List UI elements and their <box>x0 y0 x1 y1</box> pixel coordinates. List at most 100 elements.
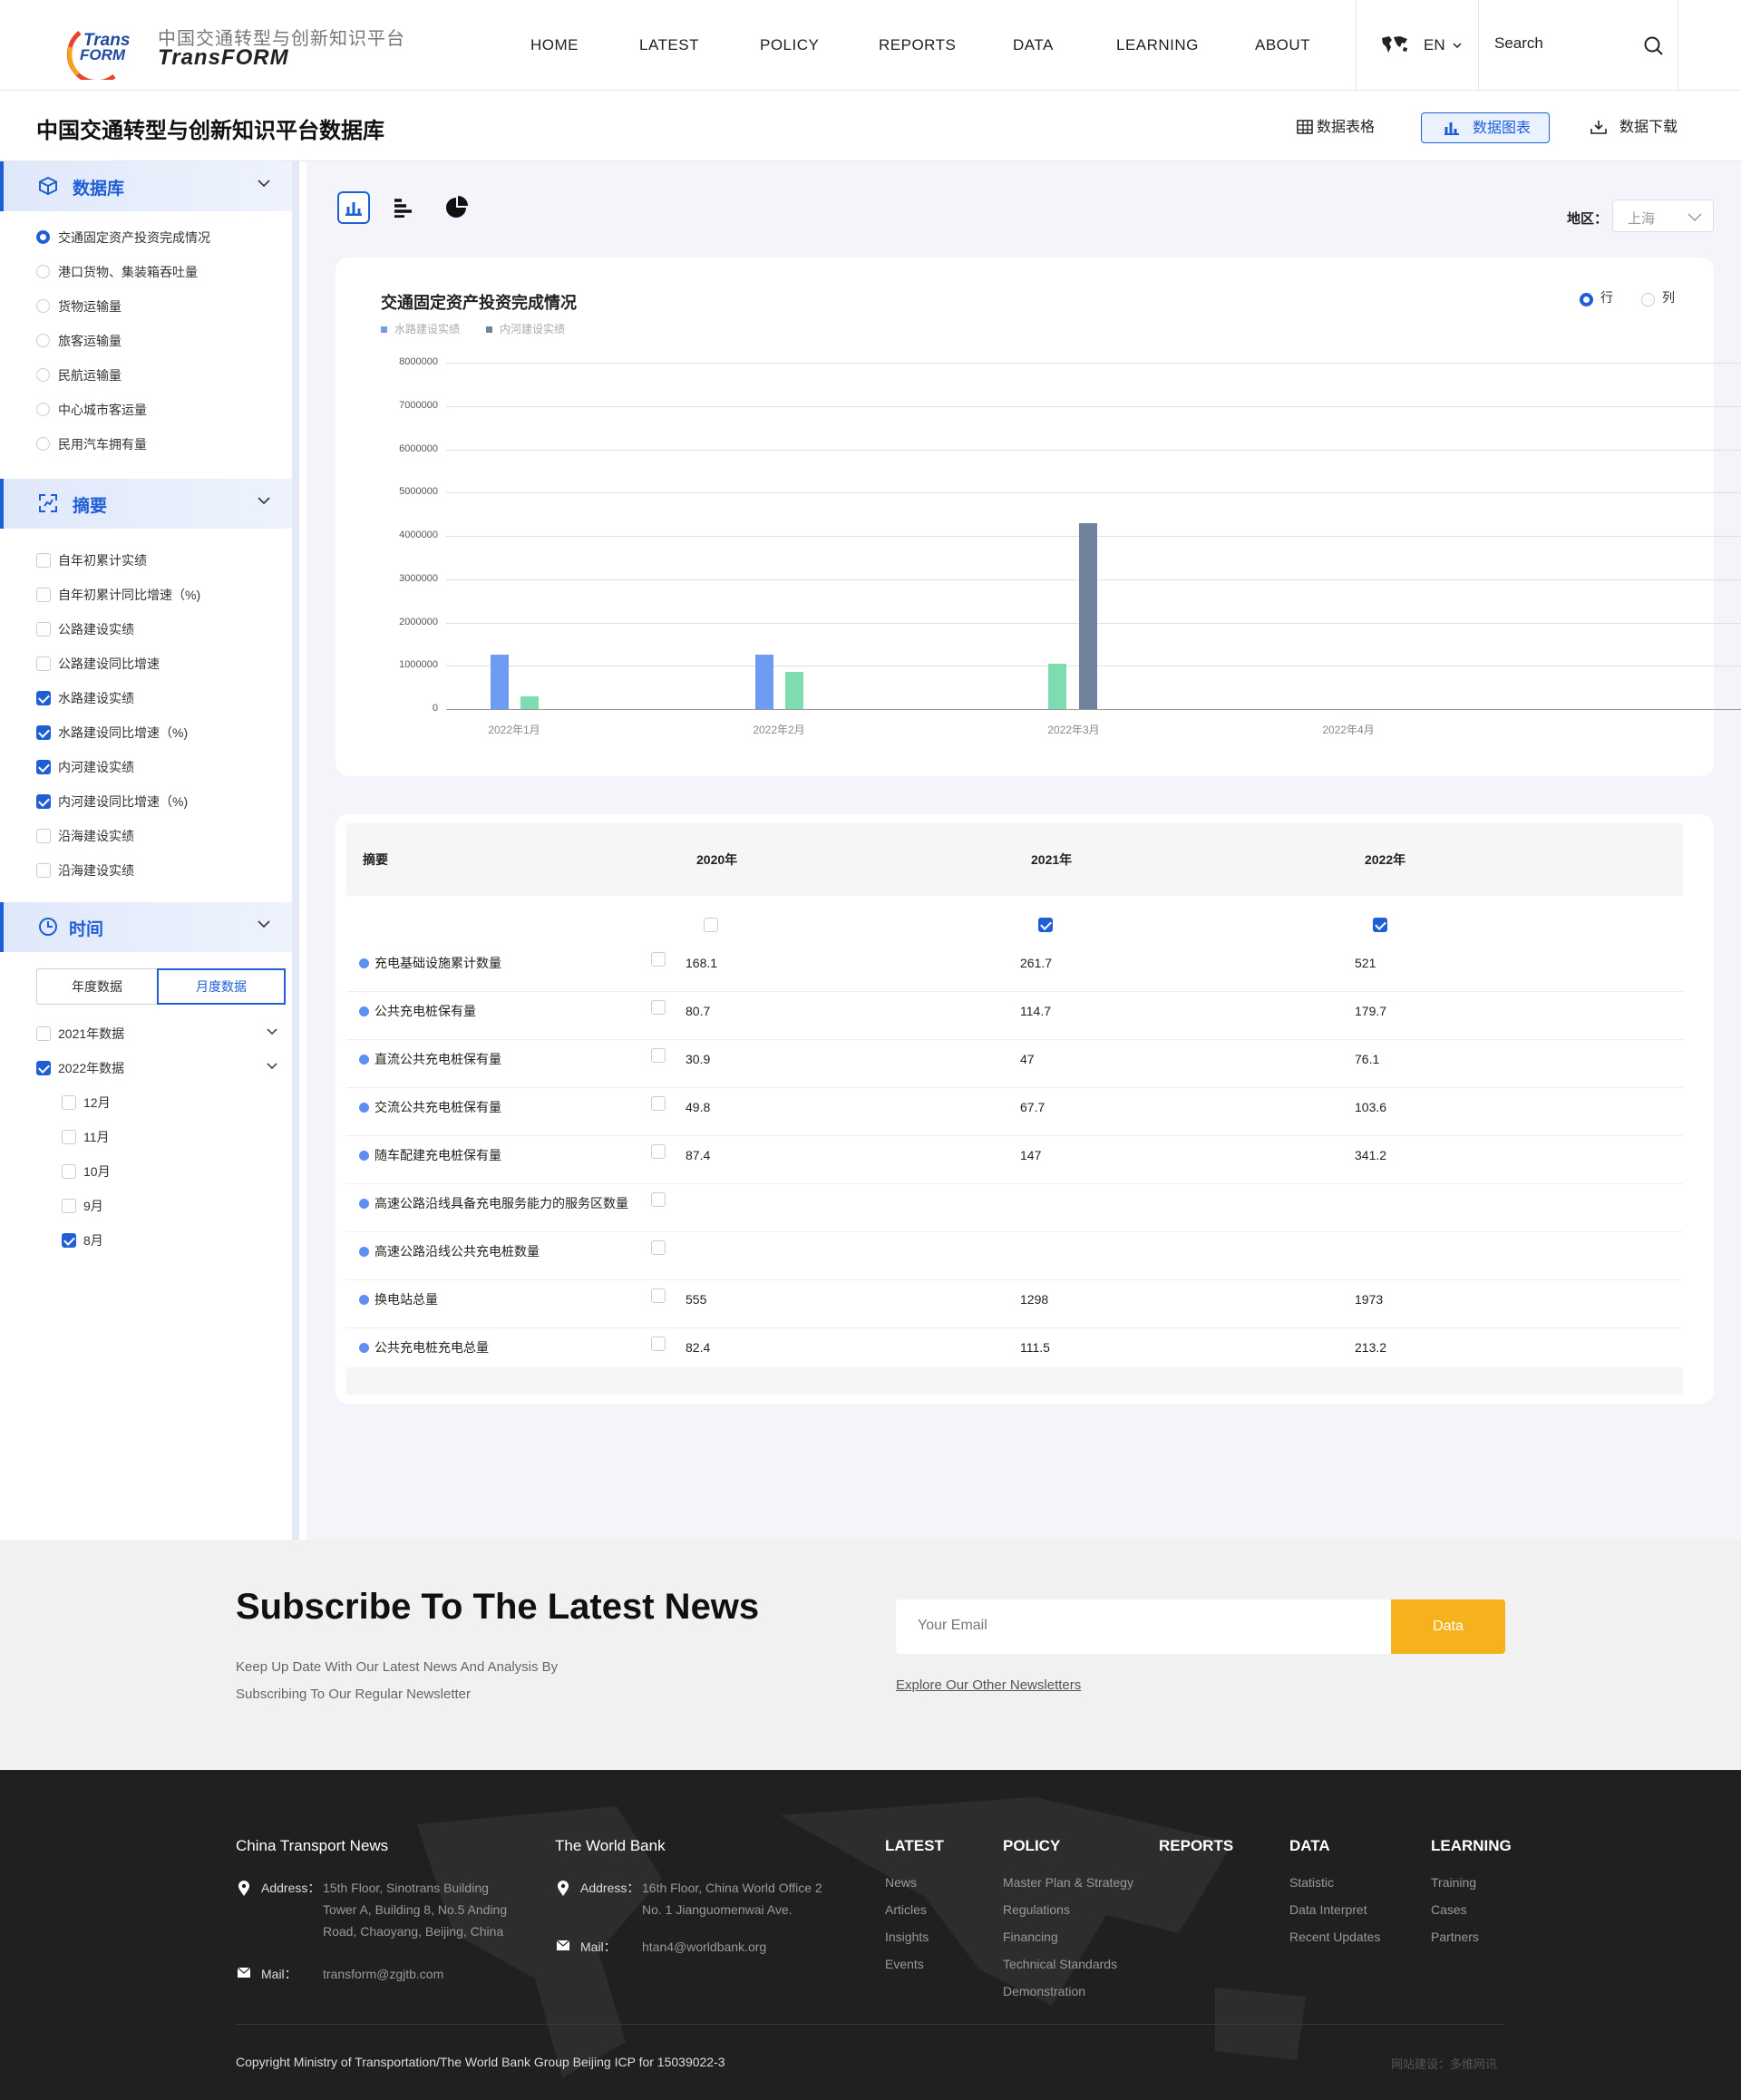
option-label: 12月 <box>83 1095 111 1110</box>
view-chart-button[interactable]: 数据图表 <box>1421 112 1550 143</box>
row-checkbox[interactable] <box>651 1144 666 1159</box>
row-checkbox[interactable] <box>651 1337 666 1351</box>
chart-bar[interactable] <box>755 655 773 709</box>
lang-label: EN <box>1424 36 1445 53</box>
chart-bar[interactable] <box>491 655 509 709</box>
table-row[interactable]: 高速公路沿线公共充电桩数量 <box>336 1231 1696 1279</box>
table-row[interactable]: 高速公路沿线具备充电服务能力的服务区数量 <box>336 1183 1696 1231</box>
footer-col-title[interactable]: LATEST <box>885 1837 944 1855</box>
row-label: 公共充电桩充电总量 <box>359 1338 489 1356</box>
nav-reports[interactable]: REPORTS <box>879 0 956 91</box>
row-checkbox[interactable] <box>651 1288 666 1303</box>
row-label: 充电基础设施累计数量 <box>359 954 501 972</box>
footer-link[interactable]: Demonstration <box>1003 1984 1085 1998</box>
footer-col-title[interactable]: DATA <box>1289 1837 1330 1855</box>
nav-policy[interactable]: POLICY <box>760 0 819 91</box>
divider <box>1478 0 1479 91</box>
col-checkbox-2020[interactable] <box>704 918 718 932</box>
other-newsletters-link[interactable]: Explore Our Other Newsletters <box>896 1677 1081 1693</box>
row-checkbox[interactable] <box>651 1192 666 1207</box>
nav-latest[interactable]: LATEST <box>639 0 699 91</box>
footer-link[interactable]: Regulations <box>1003 1902 1070 1917</box>
mail-link[interactable]: transform@zgjtb.com <box>323 1963 443 1985</box>
subscribe-title: Subscribe To The Latest News <box>236 1587 760 1627</box>
table-cell: 67.7 <box>1020 1100 1046 1114</box>
accordion-database[interactable]: 数据库 <box>0 161 292 211</box>
chart-bar[interactable] <box>1048 663 1066 709</box>
footer-link[interactable]: Master Plan & Strategy <box>1003 1875 1133 1890</box>
view-download-button[interactable]: 数据下载 <box>1583 112 1692 143</box>
footer-link[interactable]: News <box>885 1875 917 1890</box>
row-checkbox[interactable] <box>651 952 666 967</box>
row-checkbox[interactable] <box>651 1240 666 1255</box>
mail-link[interactable]: htan4@worldbank.org <box>642 1936 766 1958</box>
site-credit[interactable]: 网站建设：多维网讯 <box>1391 2055 1497 2072</box>
chart-bar[interactable] <box>785 672 803 709</box>
nav-learning[interactable]: LEARNING <box>1116 0 1199 91</box>
footer-link[interactable]: Articles <box>885 1902 927 1917</box>
table-row[interactable]: 直流公共充电桩保有量 30.9 47 76.1 <box>336 1039 1696 1087</box>
table-row[interactable]: 公共充电桩保有量 80.7 114.7 179.7 <box>336 991 1696 1039</box>
col-checkbox-2022[interactable] <box>1373 918 1387 932</box>
nav-data[interactable]: DATA <box>1013 0 1054 91</box>
legend-item[interactable]: 水路建设实绩 <box>381 321 460 336</box>
chart-bar[interactable] <box>520 695 539 709</box>
table-row[interactable]: 换电站总量 555 1298 1973 <box>336 1279 1696 1327</box>
chart-type-bar-button[interactable] <box>337 191 370 224</box>
footer-col-title[interactable]: LEARNING <box>1431 1837 1512 1855</box>
table-row[interactable]: 充电基础设施累计数量 168.1 261.7 521 <box>336 943 1696 991</box>
checkbox <box>36 656 51 671</box>
row-label-text: 交流公共充电桩保有量 <box>374 1100 501 1114</box>
orient-col-radio[interactable]: 列 <box>1641 288 1675 306</box>
footer-col-title[interactable]: REPORTS <box>1159 1837 1233 1855</box>
chevron-down-icon[interactable] <box>267 1063 277 1070</box>
footer-link[interactable]: Financing <box>1003 1930 1058 1944</box>
horizontal-bar-icon[interactable] <box>394 198 413 218</box>
table-row[interactable]: 交流公共充电桩保有量 49.8 67.7 103.6 <box>336 1087 1696 1135</box>
footer-link[interactable]: Statistic <box>1289 1875 1334 1890</box>
footer-link[interactable]: Events <box>885 1957 924 1971</box>
email-input[interactable]: Your Email <box>896 1599 1391 1654</box>
subscribe-button[interactable]: Data <box>1391 1599 1505 1654</box>
footer-link[interactable]: Training <box>1431 1875 1476 1890</box>
footer-link[interactable]: Data Interpret <box>1289 1902 1367 1917</box>
chart-bar[interactable] <box>1079 522 1097 709</box>
nav-home[interactable]: HOME <box>530 0 579 91</box>
transform-logo[interactable]: Trans FORM <box>62 22 163 80</box>
year-option[interactable]: 2022年数据 <box>36 1059 285 1077</box>
bar-chart-icon <box>1444 122 1459 135</box>
table-row[interactable]: 随车配建充电桩保有量 87.4 147 341.2 <box>336 1135 1696 1183</box>
legend-swatch <box>381 326 387 333</box>
pie-chart-icon[interactable] <box>444 196 468 219</box>
table-cell: 147 <box>1020 1148 1042 1162</box>
chevron-down-icon[interactable] <box>267 1028 277 1035</box>
footer-link[interactable]: Partners <box>1431 1930 1479 1944</box>
row-checkbox[interactable] <box>651 1048 666 1063</box>
region-select[interactable]: 上海 <box>1612 199 1714 232</box>
footer-link[interactable]: Recent Updates <box>1289 1930 1380 1944</box>
row-checkbox[interactable] <box>651 1000 666 1015</box>
year-option[interactable]: 2021年数据 <box>36 1025 285 1043</box>
tab-annual[interactable]: 年度数据 <box>37 969 157 1004</box>
info-dot-icon <box>359 958 369 968</box>
footer-link[interactable]: Insights <box>885 1930 929 1944</box>
search-input[interactable]: Search <box>1494 34 1543 53</box>
legend-item[interactable]: 内河建设实绩 <box>486 321 565 336</box>
footer-link[interactable]: Technical Standards <box>1003 1957 1117 1971</box>
footer-col-title[interactable]: POLICY <box>1003 1837 1060 1855</box>
view-table-button[interactable]: 数据表格 <box>1288 112 1396 143</box>
row-checkbox[interactable] <box>651 1096 666 1111</box>
accordion-time[interactable]: 时间 <box>0 902 292 952</box>
table-cell: 82.4 <box>686 1340 711 1355</box>
footer-link[interactable]: Cases <box>1431 1902 1467 1917</box>
tab-monthly[interactable]: 月度数据 <box>157 968 286 1005</box>
language-selector[interactable]: EN <box>1380 34 1464 56</box>
option-label: 自年初累计实绩 <box>58 553 147 568</box>
nav-about[interactable]: ABOUT <box>1255 0 1310 91</box>
row-label-text: 充电基础设施累计数量 <box>374 956 501 970</box>
col-checkbox-2021[interactable] <box>1038 918 1053 932</box>
accordion-summary[interactable]: 摘要 <box>0 479 292 529</box>
gridline <box>446 449 1741 451</box>
orient-row-radio[interactable]: 行 <box>1580 288 1613 306</box>
search-icon[interactable] <box>1644 36 1664 56</box>
